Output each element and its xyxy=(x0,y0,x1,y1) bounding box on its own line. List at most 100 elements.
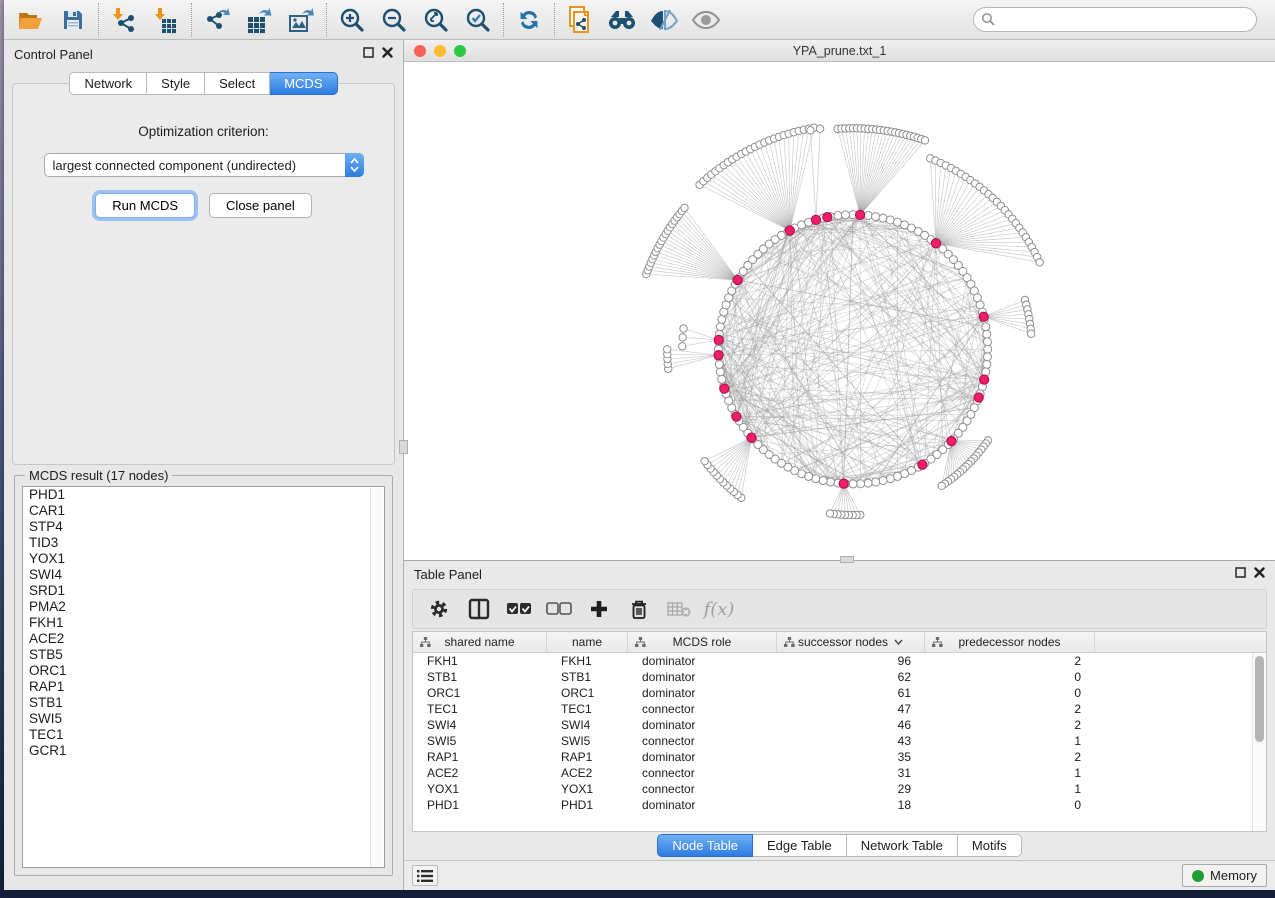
table-scrollbar[interactable] xyxy=(1252,653,1266,831)
tab-style[interactable]: Style xyxy=(147,72,205,95)
float-panel-icon[interactable] xyxy=(363,47,374,61)
table-row[interactable]: ACE2ACE2connector311 xyxy=(413,765,1266,781)
cell-shared-name: RAP1 xyxy=(413,750,547,764)
hide-glasses-icon[interactable] xyxy=(643,3,685,37)
delete-icon[interactable] xyxy=(621,593,657,625)
mcds-result-item[interactable]: PMA2 xyxy=(23,599,384,615)
cell-successor-nodes: 62 xyxy=(777,670,925,684)
zoom-in-icon[interactable] xyxy=(331,3,373,37)
cell-shared-name: SWI5 xyxy=(413,734,547,748)
mcds-result-item[interactable]: STB1 xyxy=(23,695,384,711)
mcds-result-item[interactable]: STP4 xyxy=(23,519,384,535)
cell-MCDS-role: dominator xyxy=(628,686,777,700)
column-header-predecessor-nodes[interactable]: predecessor nodes xyxy=(925,632,1095,652)
export-image-icon[interactable] xyxy=(280,3,322,37)
mcds-result-list: PHD1CAR1STP4TID3YOX1SWI4SRD1PMA2FKH1ACE2… xyxy=(22,486,385,868)
export-table-icon[interactable] xyxy=(238,3,280,37)
table-row[interactable]: SWI4SWI4dominator462 xyxy=(413,717,1266,733)
close-panel-icon[interactable] xyxy=(1254,567,1265,581)
cell-MCDS-role: dominator xyxy=(628,654,777,668)
mcds-result-item[interactable]: RAP1 xyxy=(23,679,384,695)
mcds-result-title: MCDS result (17 nodes) xyxy=(25,468,172,483)
table-row[interactable]: STB1STB1dominator620 xyxy=(413,669,1266,685)
cell-predecessor-nodes: 1 xyxy=(925,734,1095,748)
column-header-MCDS-role[interactable]: MCDS role xyxy=(628,632,777,652)
split-handle-vertical[interactable] xyxy=(399,440,408,454)
tab-motifs[interactable]: Motifs xyxy=(958,834,1022,857)
table-row[interactable]: ORC1ORC1dominator610 xyxy=(413,685,1266,701)
table-row[interactable]: YOX1YOX1connector291 xyxy=(413,781,1266,797)
open-folder-icon[interactable] xyxy=(10,3,52,37)
network-graph[interactable] xyxy=(404,62,1275,561)
mcds-result-item[interactable]: GCR1 xyxy=(23,743,384,759)
column-header-shared-name[interactable]: shared name xyxy=(413,632,547,652)
eye-icon[interactable] xyxy=(685,3,727,37)
tab-mcds[interactable]: MCDS xyxy=(270,72,337,95)
column-header-name[interactable]: name xyxy=(547,632,628,652)
mcds-result-item[interactable]: SRD1 xyxy=(23,583,384,599)
network-canvas[interactable] xyxy=(404,62,1275,560)
scrollbar-thumb[interactable] xyxy=(1255,656,1264,742)
table-row[interactable]: TEC1TEC1connector472 xyxy=(413,701,1266,717)
mcds-result-item[interactable]: SWI4 xyxy=(23,567,384,583)
tab-network[interactable]: Network xyxy=(69,72,147,95)
deselect-all-icon[interactable] xyxy=(541,593,577,625)
mcds-result-item[interactable]: TID3 xyxy=(23,535,384,551)
memory-label: Memory xyxy=(1210,868,1257,883)
search-icon xyxy=(981,12,995,29)
tab-edge-table[interactable]: Edge Table xyxy=(753,834,847,857)
network-window-title: YPA_prune.txt_1 xyxy=(404,44,1275,58)
tab-select[interactable]: Select xyxy=(205,72,270,95)
mcds-result-item[interactable]: ACE2 xyxy=(23,631,384,647)
run-mcds-button[interactable]: Run MCDS xyxy=(95,193,195,218)
cell-predecessor-nodes: 0 xyxy=(925,686,1095,700)
mcds-result-item[interactable]: TEC1 xyxy=(23,727,384,743)
table-row[interactable]: SWI5SWI5connector431 xyxy=(413,733,1266,749)
network-window-titlebar[interactable]: YPA_prune.txt_1 xyxy=(404,40,1275,62)
table-row[interactable]: PHD1PHD1dominator180 xyxy=(413,797,1266,813)
optimization-criterion-select[interactable]: largest connected component (undirected) xyxy=(44,153,364,177)
mcds-result-item[interactable]: STB5 xyxy=(23,647,384,663)
settings-gear-icon[interactable] xyxy=(421,593,457,625)
column-header-successor-nodes[interactable]: successor nodes xyxy=(777,632,925,652)
table-row[interactable]: RAP1RAP1dominator352 xyxy=(413,749,1266,765)
memory-button[interactable]: Memory xyxy=(1182,864,1267,887)
cell-successor-nodes: 29 xyxy=(777,782,925,796)
cell-name: SWI4 xyxy=(547,718,628,732)
mcds-result-item[interactable]: SWI5 xyxy=(23,711,384,727)
split-handle-horizontal[interactable] xyxy=(840,556,854,563)
show-columns-icon[interactable] xyxy=(461,593,497,625)
share-document-icon[interactable] xyxy=(559,3,601,37)
mcds-result-item[interactable]: CAR1 xyxy=(23,503,384,519)
mcds-result-item[interactable]: PHD1 xyxy=(23,487,384,503)
mcds-result-item[interactable]: YOX1 xyxy=(23,551,384,567)
float-panel-icon[interactable] xyxy=(1235,567,1246,581)
tab-network-table[interactable]: Network Table xyxy=(847,834,958,857)
refresh-icon[interactable] xyxy=(508,3,550,37)
export-network-icon[interactable] xyxy=(196,3,238,37)
zoom-fit-icon[interactable] xyxy=(415,3,457,37)
cell-successor-nodes: 96 xyxy=(777,654,925,668)
import-network-icon[interactable] xyxy=(103,3,145,37)
cell-predecessor-nodes: 2 xyxy=(925,750,1095,764)
cell-name: ORC1 xyxy=(547,686,628,700)
import-table-icon[interactable] xyxy=(145,3,187,37)
cell-name: SWI5 xyxy=(547,734,628,748)
mcds-result-item[interactable]: ORC1 xyxy=(23,663,384,679)
close-panel-button[interactable]: Close panel xyxy=(209,193,312,218)
zoom-out-icon[interactable] xyxy=(373,3,415,37)
cell-successor-nodes: 46 xyxy=(777,718,925,732)
add-icon[interactable] xyxy=(581,593,617,625)
cell-shared-name: FKH1 xyxy=(413,654,547,668)
zoom-selected-icon[interactable] xyxy=(457,3,499,37)
select-all-icon[interactable] xyxy=(501,593,537,625)
mcds-list-scrollbar[interactable] xyxy=(370,488,383,866)
binoculars-icon[interactable] xyxy=(601,3,643,37)
close-panel-icon[interactable] xyxy=(382,47,393,61)
mcds-result-item[interactable]: FKH1 xyxy=(23,615,384,631)
save-icon[interactable] xyxy=(52,3,94,37)
task-history-button[interactable] xyxy=(412,865,438,886)
table-row[interactable]: FKH1FKH1dominator962 xyxy=(413,653,1266,669)
tab-node-table[interactable]: Node Table xyxy=(657,834,753,857)
search-input[interactable] xyxy=(973,7,1257,32)
